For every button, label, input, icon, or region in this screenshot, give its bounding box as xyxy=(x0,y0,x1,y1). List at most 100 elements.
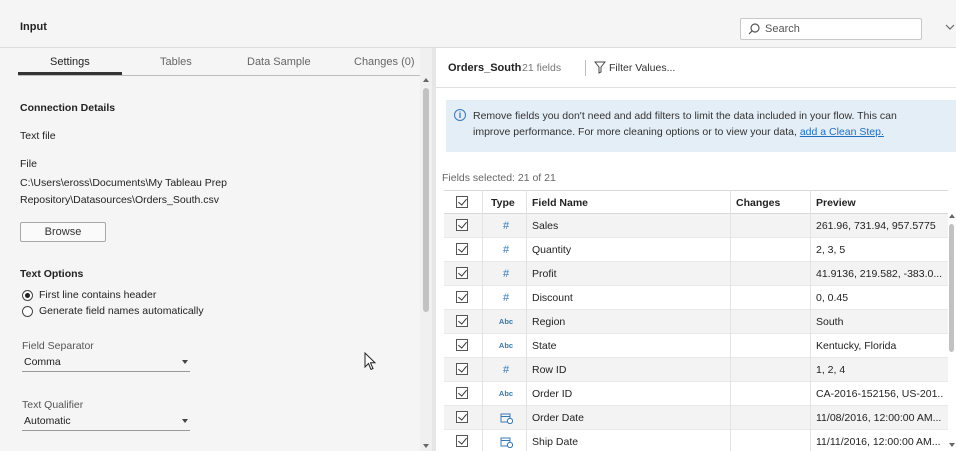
left-scrollbar[interactable] xyxy=(420,48,432,451)
field-preview: 261.96, 731.94, 957.5775 xyxy=(816,220,936,232)
field-preview: 0, 0.45 xyxy=(816,292,849,304)
number-type-icon[interactable]: # xyxy=(491,358,521,382)
field-checkbox[interactable] xyxy=(456,387,468,399)
field-separator-label: Field Separator xyxy=(22,340,94,352)
table-row[interactable]: # Profit 41.9136, 219.582, -383.0... xyxy=(444,262,948,286)
field-name: Quantity xyxy=(532,244,572,256)
chevron-down-icon[interactable] xyxy=(944,21,956,33)
grid-header-row: Type Field Name Changes Preview xyxy=(444,190,948,214)
table-row[interactable]: Ship Date 11/11/2016, 12:00:00 AM... xyxy=(444,430,948,451)
text-qualifier-select[interactable]: Automatic xyxy=(22,413,190,431)
filter-icon[interactable] xyxy=(594,61,606,74)
scroll-down-icon[interactable] xyxy=(949,443,955,447)
number-type-icon[interactable]: # xyxy=(491,214,521,238)
file-path-line1: C:\Users\eross\Documents\My Tableau Prep xyxy=(20,177,227,189)
column-divider xyxy=(730,190,731,451)
select-all-checkbox[interactable] xyxy=(456,196,468,208)
scroll-down-icon[interactable] xyxy=(423,444,429,448)
tab-changes[interactable]: Changes (0) xyxy=(354,56,415,68)
string-type-icon[interactable]: Abc xyxy=(491,382,521,406)
radio-generate-names-label: Generate field names automatically xyxy=(39,305,204,317)
field-preview: 11/08/2016, 12:00:00 AM... xyxy=(816,412,942,424)
table-row[interactable]: Order Date 11/08/2016, 12:00:00 AM... xyxy=(444,406,948,430)
connection-details-heading: Connection Details xyxy=(20,102,116,114)
info-icon: i xyxy=(454,109,466,121)
file-label: File xyxy=(20,158,37,170)
date-type-icon[interactable] xyxy=(491,430,521,451)
table-name: Orders_South xyxy=(448,62,522,74)
settings-pane: Settings Tables Data Sample Changes (0) … xyxy=(0,48,422,451)
info-text-line2-text: improve performance. For more cleaning o… xyxy=(473,126,797,138)
text-qualifier-label: Text Qualifier xyxy=(22,399,84,411)
table-row[interactable]: # Discount 0, 0.45 xyxy=(444,286,948,310)
tab-tables[interactable]: Tables xyxy=(160,56,192,68)
table-row[interactable]: # Quantity 2, 3, 5 xyxy=(444,238,948,262)
info-text-line1: Remove fields you don't need and add fil… xyxy=(473,110,897,122)
field-checkbox[interactable] xyxy=(456,291,468,303)
field-checkbox[interactable] xyxy=(456,363,468,375)
search-input[interactable]: Search xyxy=(740,18,922,40)
table-row[interactable]: Abc State Kentucky, Florida xyxy=(444,334,948,358)
page-title: Input xyxy=(20,21,47,33)
field-checkbox[interactable] xyxy=(456,243,468,255)
number-type-icon[interactable]: # xyxy=(491,238,521,262)
info-text-line2: improve performance. For more cleaning o… xyxy=(473,126,884,138)
scroll-up-icon[interactable] xyxy=(949,214,955,218)
number-type-icon[interactable]: # xyxy=(491,262,521,286)
table-row[interactable]: # Row ID 1, 2, 4 xyxy=(444,358,948,382)
radio-first-line-header[interactable] xyxy=(22,290,33,301)
table-row[interactable]: Abc Order ID CA-2016-152156, US-201... xyxy=(444,382,948,406)
field-name: Region xyxy=(532,316,566,328)
text-options-heading: Text Options xyxy=(20,268,84,280)
chevron-down-icon xyxy=(182,360,188,364)
radio-generate-names[interactable] xyxy=(22,306,33,317)
add-clean-step-link[interactable]: add a Clean Step. xyxy=(800,126,884,138)
field-name: Discount xyxy=(532,292,573,304)
column-divider xyxy=(526,190,527,451)
string-type-icon[interactable]: Abc xyxy=(491,310,521,334)
field-checkbox[interactable] xyxy=(456,219,468,231)
chevron-down-icon xyxy=(182,419,188,423)
header-separator xyxy=(585,60,586,76)
field-count: 21 fields xyxy=(522,62,562,74)
filter-values-button[interactable]: Filter Values... xyxy=(609,62,675,74)
field-preview: 11/11/2016, 12:00:00 AM... xyxy=(816,436,941,448)
search-icon xyxy=(748,23,760,35)
field-separator-value: Comma xyxy=(24,356,61,368)
field-checkbox[interactable] xyxy=(456,339,468,351)
connection-type: Text file xyxy=(20,130,56,142)
field-checkbox[interactable] xyxy=(456,267,468,279)
string-type-icon[interactable]: Abc xyxy=(491,334,521,358)
date-type-icon[interactable] xyxy=(491,406,521,430)
browse-button[interactable]: Browse xyxy=(20,222,106,242)
field-name: Order ID xyxy=(532,388,573,400)
grid-scrollbar[interactable] xyxy=(946,200,956,451)
field-name: Order Date xyxy=(532,412,584,424)
column-header-field-name: Field Name xyxy=(532,197,589,209)
field-name: Sales xyxy=(532,220,559,232)
tab-settings[interactable]: Settings xyxy=(50,56,90,68)
field-separator-select[interactable]: Comma xyxy=(22,354,190,372)
tabs-divider xyxy=(18,75,422,76)
active-tab-indicator xyxy=(18,72,122,75)
field-preview: CA-2016-152156, US-201... xyxy=(816,388,944,400)
column-header-type: Type xyxy=(491,197,515,209)
field-preview: Kentucky, Florida xyxy=(816,340,897,352)
scrollbar-thumb[interactable] xyxy=(423,88,429,312)
scroll-up-icon[interactable] xyxy=(423,78,429,82)
field-name: Ship Date xyxy=(532,436,579,448)
field-checkbox[interactable] xyxy=(456,435,468,447)
radio-first-line-header-label: First line contains header xyxy=(39,289,157,301)
info-banner: i Remove fields you don't need and add f… xyxy=(446,100,956,152)
number-type-icon[interactable]: # xyxy=(491,286,521,310)
table-row[interactable]: # Sales 261.96, 731.94, 957.5775 xyxy=(444,214,948,238)
field-checkbox[interactable] xyxy=(456,411,468,423)
scrollbar-thumb[interactable] xyxy=(949,224,954,352)
field-checkbox[interactable] xyxy=(456,315,468,327)
fields-selected-count: Fields selected: 21 of 21 xyxy=(442,172,556,184)
tab-data-sample[interactable]: Data Sample xyxy=(247,56,311,68)
column-divider xyxy=(810,190,811,451)
mouse-cursor-icon xyxy=(364,352,377,371)
table-row[interactable]: Abc Region South xyxy=(444,310,948,334)
field-preview: 2, 3, 5 xyxy=(816,244,846,256)
